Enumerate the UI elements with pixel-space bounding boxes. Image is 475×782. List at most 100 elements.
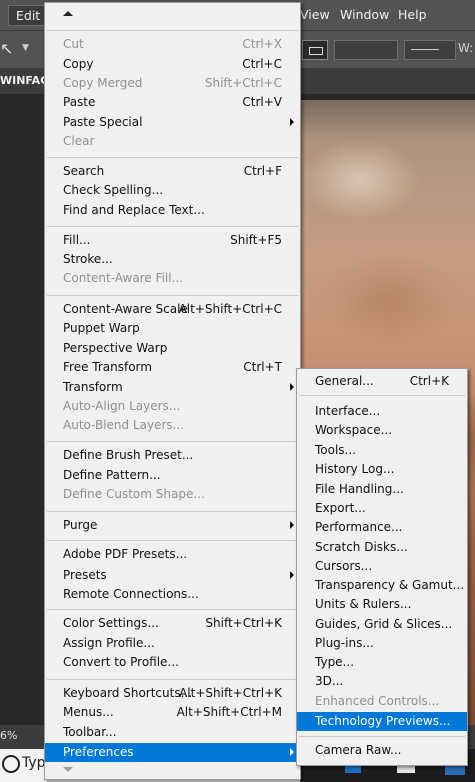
edit_menu-item-transform[interactable]: Transform	[45, 378, 300, 397]
stroke-swatch[interactable]	[302, 40, 328, 60]
edit_menu-item-remote-connections[interactable]: Remote Connections...	[45, 585, 300, 604]
edit_menu-item-convert-to-profile[interactable]: Convert to Profile...	[45, 653, 300, 672]
edit_menu-item-presets[interactable]: Presets	[45, 566, 300, 585]
menu-view[interactable]: View	[300, 7, 330, 22]
edit_menu-item-search[interactable]: Search Ctrl+F	[45, 162, 300, 181]
menu-item-label: Performance...	[315, 520, 403, 534]
edit_menu-item-define-brush-preset[interactable]: Define Brush Preset...	[45, 446, 300, 465]
edit_menu-item-preferences[interactable]: Preferences	[45, 743, 300, 762]
menu-item-label: Presets	[63, 568, 107, 582]
menu-item-label: Preferences	[63, 745, 134, 759]
menu-item-label: Technology Previews...	[315, 714, 451, 728]
zoom-level[interactable]: 6%	[0, 729, 17, 742]
menu-item-label: Content-Aware Scale	[63, 302, 188, 316]
menu-window[interactable]: Window	[340, 7, 389, 22]
submenu-arrow-icon	[290, 383, 294, 391]
stroke-type-dropdown[interactable]	[404, 40, 456, 60]
scroll-up-arrow-icon[interactable]	[63, 11, 73, 16]
preferences_menu-item-technology-previews[interactable]: Technology Previews...	[297, 712, 467, 731]
menu-separator	[47, 441, 298, 442]
menu-item-label: Define Brush Preset...	[63, 448, 194, 462]
stroke-width-field[interactable]	[334, 40, 398, 60]
menu-item-shortcut: Ctrl+K	[409, 374, 449, 388]
menu-item-label: Fill...	[63, 233, 91, 247]
edit_menu-item-puppet-warp[interactable]: Puppet Warp	[45, 319, 300, 338]
edit_menu-item-copy-merged: Copy Merged Shift+Ctrl+C	[45, 74, 300, 93]
preferences_menu-item-plug-ins[interactable]: Plug-ins...	[297, 634, 467, 653]
menu-item-label: History Log...	[315, 462, 395, 476]
edit_menu-item-adobe-pdf-presets[interactable]: Adobe PDF Presets...	[45, 545, 300, 564]
menu-item-label: Cursors...	[315, 559, 373, 573]
edit_menu-item-auto-blend-layers: Auto-Blend Layers...	[45, 416, 300, 435]
edit_menu-item-stroke[interactable]: Stroke...	[45, 250, 300, 269]
selection-arrow-icon[interactable]: ↖	[0, 39, 22, 61]
preferences_menu-item-guides-grid-slices[interactable]: Guides, Grid & Slices...	[297, 615, 467, 634]
edit_menu-item-perspective-warp[interactable]: Perspective Warp	[45, 339, 300, 358]
preferences_menu-item-file-handling[interactable]: File Handling...	[297, 480, 467, 499]
preferences_menu-item-camera-raw[interactable]: Camera Raw...	[297, 741, 467, 760]
edit_menu-item-fill[interactable]: Fill... Shift+F5	[45, 231, 300, 250]
width-label-icon: W:	[458, 41, 474, 55]
menu-separator	[47, 679, 298, 680]
menu-item-label: Purge	[63, 518, 98, 532]
edit_menu-item-menus[interactable]: Menus... Alt+Shift+Ctrl+M	[45, 703, 300, 722]
edit_menu-item-define-pattern[interactable]: Define Pattern...	[45, 466, 300, 485]
edit_menu-item-assign-profile[interactable]: Assign Profile...	[45, 634, 300, 653]
menu-item-label: Keyboard Shortcuts...	[63, 686, 193, 700]
edit_menu-item-content-aware-scale[interactable]: Content-Aware Scale Alt+Shift+Ctrl+C	[45, 300, 300, 319]
edit_menu-item-find-and-replace-text[interactable]: Find and Replace Text...	[45, 201, 300, 220]
preferences_menu-item-cursors[interactable]: Cursors...	[297, 557, 467, 576]
preferences_menu-item-general[interactable]: General... Ctrl+K	[297, 372, 467, 391]
preferences_menu-item-scratch-disks[interactable]: Scratch Disks...	[297, 538, 467, 557]
edit_menu-item-define-custom-shape: Define Custom Shape...	[45, 485, 300, 504]
edit_menu-item-paste-special[interactable]: Paste Special	[45, 113, 300, 132]
edit_menu-item-toolbar[interactable]: Toolbar...	[45, 723, 300, 742]
edit_menu-item-clear: Clear	[45, 132, 300, 151]
menu-item-label: Scratch Disks...	[315, 540, 408, 554]
menu-separator	[47, 30, 298, 31]
menu-item-shortcut: Shift+F5	[230, 233, 282, 247]
submenu-arrow-icon	[290, 571, 294, 579]
menu-item-label: Copy	[63, 57, 94, 71]
menu-item-label: Define Custom Shape...	[63, 487, 205, 501]
menu-item-shortcut: Alt+Shift+Ctrl+C	[178, 302, 282, 316]
menu-item-shortcut: Ctrl+T	[243, 360, 282, 374]
menu-separator	[47, 511, 298, 512]
edit_menu-item-check-spelling[interactable]: Check Spelling...	[45, 181, 300, 200]
edit_menu-item-copy[interactable]: Copy Ctrl+C	[45, 55, 300, 74]
preferences_menu-item-interface[interactable]: Interface...	[297, 402, 467, 421]
edit_menu-item-free-transform[interactable]: Free Transform Ctrl+T	[45, 358, 300, 377]
preferences_menu-item-performance[interactable]: Performance...	[297, 518, 467, 537]
edit_menu-item-paste[interactable]: Paste Ctrl+V	[45, 93, 300, 112]
menu-item-label: Puppet Warp	[63, 321, 140, 335]
menu-help[interactable]: Help	[398, 7, 427, 22]
menu-item-shortcut: Shift+Ctrl+K	[205, 616, 282, 630]
menu-separator	[299, 736, 465, 737]
menu-item-label: Clear	[63, 134, 95, 148]
menu-edit[interactable]: Edit	[8, 5, 49, 26]
preferences_menu-item-tools[interactable]: Tools...	[297, 441, 467, 460]
menu-item-label: Guides, Grid & Slices...	[315, 617, 453, 631]
menu-item-label: Auto-Align Layers...	[63, 399, 181, 413]
edit_menu-item-keyboard-shortcuts[interactable]: Keyboard Shortcuts... Alt+Shift+Ctrl+K	[45, 684, 300, 703]
preferences_menu-item-enhanced-controls: Enhanced Controls...	[297, 692, 467, 711]
preferences_menu-item-3d[interactable]: 3D...	[297, 672, 467, 691]
chevron-down-icon[interactable]: ▼	[22, 43, 29, 53]
preferences_menu-item-transparency-gamut[interactable]: Transparency & Gamut...	[297, 576, 467, 595]
menu-item-label: Stroke...	[63, 252, 113, 266]
preferences_menu-item-history-log[interactable]: History Log...	[297, 460, 467, 479]
cortana-icon[interactable]	[2, 755, 20, 773]
submenu-arrow-icon	[290, 118, 294, 126]
menu-item-label: Free Transform	[63, 360, 152, 374]
menu-item-label: Color Settings...	[63, 616, 159, 630]
scroll-down-arrow-icon[interactable]	[63, 767, 73, 772]
menu-item-shortcut: Ctrl+V	[242, 95, 282, 109]
submenu-arrow-icon	[290, 748, 294, 756]
preferences_menu-item-units-rulers[interactable]: Units & Rulers...	[297, 595, 467, 614]
preferences_menu-item-type[interactable]: Type...	[297, 653, 467, 672]
menu-separator	[47, 295, 298, 296]
preferences_menu-item-workspace[interactable]: Workspace...	[297, 421, 467, 440]
edit_menu-item-color-settings[interactable]: Color Settings... Shift+Ctrl+K	[45, 614, 300, 633]
edit_menu-item-purge[interactable]: Purge	[45, 516, 300, 535]
preferences_menu-item-export[interactable]: Export...	[297, 499, 467, 518]
